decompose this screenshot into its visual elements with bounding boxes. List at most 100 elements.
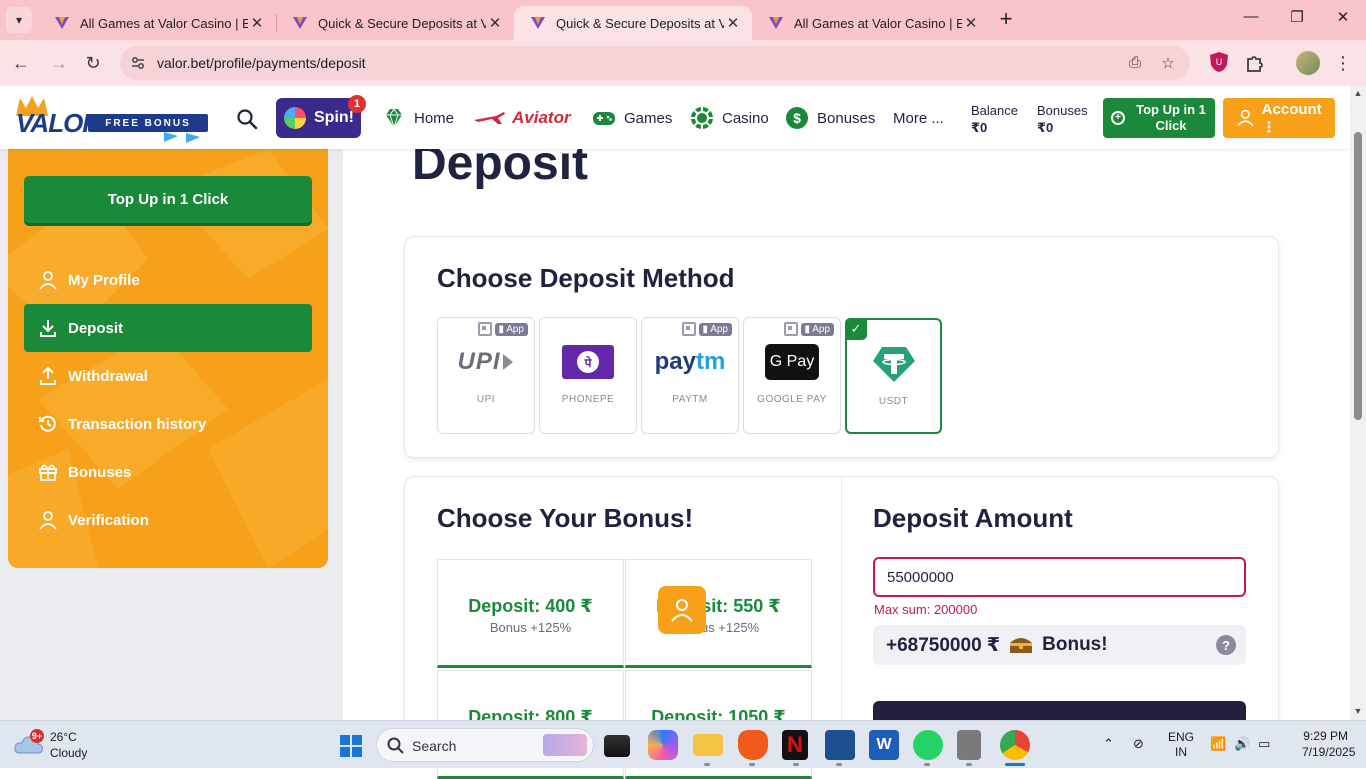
task-view-icon[interactable]	[604, 735, 630, 757]
tab-title: All Games at Valor Casino | Expl	[80, 15, 248, 31]
close-window-button[interactable]: ✕	[1328, 8, 1358, 32]
chrome-icon[interactable]	[1000, 730, 1030, 760]
nav-bonuses[interactable]: $ Bonuses	[785, 106, 875, 130]
account-button[interactable]: Account ⋮	[1223, 98, 1335, 138]
deposit-amount-input[interactable]	[873, 557, 1246, 597]
help-icon[interactable]: ?	[1216, 635, 1236, 655]
site-info-icon[interactable]	[130, 55, 146, 71]
minimize-button[interactable]: —	[1236, 8, 1266, 32]
no-network-icon[interactable]: ⊘	[1133, 736, 1144, 752]
upload-icon	[40, 366, 56, 385]
close-tab-icon[interactable]: ✕	[248, 14, 266, 32]
extensions-puzzle-icon[interactable]	[1243, 51, 1267, 75]
new-tab-button[interactable]: +	[994, 8, 1018, 32]
sidebar-item-my-profile[interactable]: My Profile	[24, 256, 312, 304]
bonus-option[interactable]: Deposit: 400 ₹ Bonus +125%	[437, 559, 624, 668]
taskbar-search[interactable]: Search	[376, 728, 594, 762]
word-icon[interactable]: W	[869, 730, 899, 760]
search-highlight-icon	[543, 734, 587, 756]
method-phonepe[interactable]: पे PHONEPE	[539, 317, 637, 434]
address-bar[interactable]: valor.bet/profile/payments/deposit ⎙ ☆	[120, 46, 1190, 80]
reload-icon[interactable]: ↻	[80, 50, 106, 76]
valor-favicon-icon	[293, 17, 307, 29]
ublock-shield-icon[interactable]: U	[1207, 50, 1231, 74]
support-avatar-button[interactable]	[658, 586, 706, 634]
sidebar-item-verification[interactable]: Verification	[24, 496, 312, 544]
scroll-down-arrow-icon[interactable]: ▼	[1350, 706, 1366, 720]
browser-tab[interactable]: Quick & Secure Deposits at Valo ✕	[276, 6, 514, 40]
sidebar-item-deposit[interactable]: Deposit	[24, 304, 312, 352]
tray-overflow-icon[interactable]: ⌃	[1103, 736, 1114, 752]
app-tag: ▮ App	[495, 322, 528, 336]
method-google-pay[interactable]: ▮ App G Pay GOOGLE PAY	[743, 317, 841, 434]
method-usdt[interactable]: ✓ USDT	[845, 318, 942, 434]
valor-favicon-icon	[531, 17, 545, 29]
weather-widget[interactable]: 9+ 26°C Cloudy	[14, 727, 134, 763]
header-topup-button[interactable]: + Top Up in 1 Click	[1103, 98, 1215, 138]
close-tab-icon[interactable]: ✕	[962, 14, 980, 32]
nav-bonuses-label: Bonuses	[817, 109, 876, 127]
airplane-icon	[474, 112, 505, 124]
svg-text:U: U	[1216, 57, 1223, 67]
file-explorer-icon[interactable]	[693, 734, 723, 756]
sidebar-item-bonuses[interactable]: Bonuses	[24, 448, 312, 496]
balance-stat[interactable]: Balance ₹0	[971, 102, 1018, 136]
windows-start-icon[interactable]	[339, 734, 363, 758]
bonus-option[interactable]: Deposit: 550 ₹ Bonus +125%	[625, 559, 812, 668]
method-upi[interactable]: ▮ App UPI UPI	[437, 317, 535, 434]
balance-value: ₹0	[971, 120, 988, 135]
netflix-icon[interactable]: N	[782, 730, 808, 760]
battery-icon[interactable]: ▭	[1258, 736, 1270, 752]
sidebar-item-label: Deposit	[68, 319, 124, 337]
whatsapp-icon[interactable]	[913, 730, 943, 760]
profile-avatar[interactable]	[1296, 51, 1320, 75]
close-tab-icon[interactable]: ✕	[486, 14, 504, 32]
restore-button[interactable]: ❐	[1282, 8, 1312, 32]
language-indicator[interactable]: ENG IN	[1168, 730, 1194, 760]
bonus-title: Choose Your Bonus!	[437, 503, 694, 533]
sidebar-item-withdrawal[interactable]: Withdrawal	[24, 352, 312, 400]
valor-logo[interactable]: VALOR FREE BONUS	[14, 94, 208, 144]
qr-code-icon	[478, 322, 493, 336]
device-app-icon[interactable]	[957, 730, 981, 760]
prime-video-icon[interactable]	[825, 730, 855, 760]
nav-home[interactable]: Home	[382, 106, 454, 130]
bonus-preview: +68750000 ₹ Bonus! ?	[873, 625, 1246, 665]
method-label: UPI	[476, 394, 496, 405]
browser-menu-icon[interactable]: ⋮	[1330, 50, 1356, 76]
sidebar-item-label: Verification	[68, 511, 149, 529]
method-tags: ▮ App	[784, 322, 834, 336]
scroll-up-arrow-icon[interactable]: ▲	[1350, 88, 1366, 102]
nav-games[interactable]: Games	[592, 106, 672, 130]
method-label: PHONEPE	[561, 394, 615, 405]
search-icon[interactable]	[236, 108, 258, 130]
nav-home-label: Home	[414, 109, 455, 127]
copilot-icon[interactable]	[648, 730, 678, 760]
brave-browser-icon[interactable]	[738, 730, 768, 760]
tab-search-menu-button[interactable]: ▾	[6, 7, 32, 33]
browser-tab-active[interactable]: Quick & Secure Deposits at Valo ✕	[514, 6, 752, 40]
page-scrollbar[interactable]: ▲ ▼	[1350, 86, 1366, 720]
payment-submit-area[interactable]	[873, 701, 1246, 720]
nav-aviator[interactable]: Aviator	[474, 106, 571, 130]
sidebar-item-transaction-history[interactable]: Transaction history	[24, 400, 312, 448]
browser-tab[interactable]: All Games at Valor Casino | Expl ✕	[38, 6, 276, 40]
bonus-preview-text: Bonus!	[1042, 634, 1108, 655]
bookmark-star-icon[interactable]: ☆	[1158, 54, 1178, 72]
nav-more[interactable]: More ...	[893, 106, 944, 130]
forward-arrow-icon[interactable]: →	[46, 50, 72, 76]
scrollbar-thumb[interactable]	[1354, 132, 1362, 420]
close-tab-icon[interactable]: ✕	[724, 14, 742, 32]
bonuses-stat[interactable]: Bonuses ₹0	[1037, 102, 1088, 136]
user-icon	[39, 271, 57, 290]
volume-icon[interactable]: 🔊	[1234, 736, 1250, 752]
wifi-icon[interactable]: 📶	[1210, 736, 1226, 752]
nav-casino[interactable]: Casino	[690, 106, 769, 130]
back-arrow-icon[interactable]: ←	[8, 50, 34, 76]
system-clock[interactable]: 9:29 PM 7/19/2025	[1302, 728, 1355, 760]
install-app-icon[interactable]: ⎙	[1125, 54, 1145, 72]
sidebar-topup-button[interactable]: Top Up in 1 Click	[24, 176, 312, 223]
method-paytm[interactable]: ▮ App pay tm PAYTM	[641, 317, 739, 434]
browser-tab[interactable]: All Games at Valor Casino | Expl ✕	[752, 6, 990, 40]
sidebar-item-label: Transaction history	[68, 415, 207, 433]
